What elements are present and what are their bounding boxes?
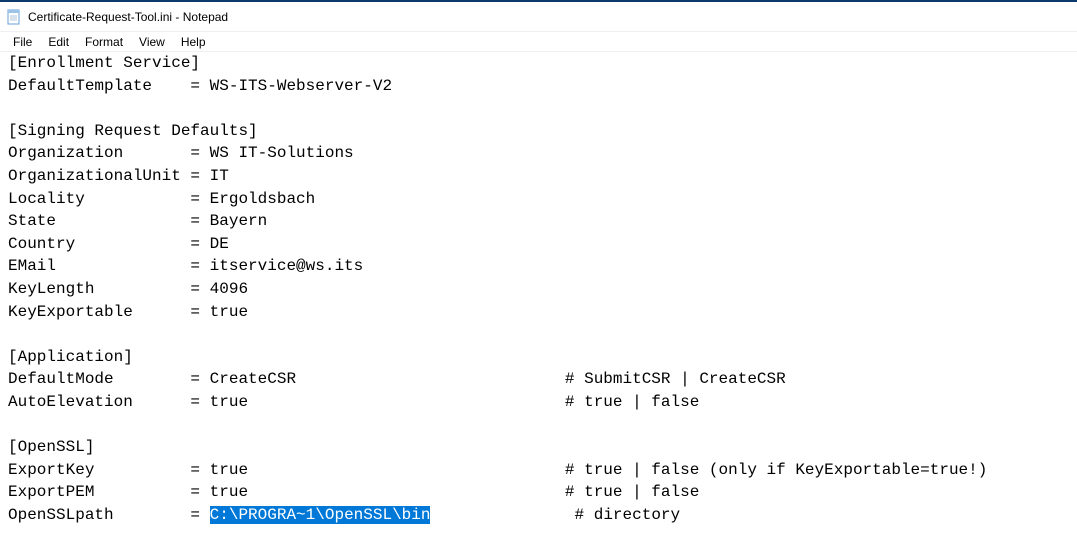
editor-text-pre: [Enrollment Service] DefaultTemplate = W… (8, 54, 987, 524)
titlebar: Certificate-Request-Tool.ini - Notepad (0, 2, 1077, 32)
menu-view[interactable]: View (132, 33, 172, 51)
window-title: Certificate-Request-Tool.ini - Notepad (28, 10, 228, 24)
notepad-icon (6, 9, 22, 25)
editor-text-post: # directory (430, 506, 680, 524)
menu-edit[interactable]: Edit (41, 33, 76, 51)
menu-help[interactable]: Help (174, 33, 213, 51)
editor-text-selection: C:\PROGRA~1\OpenSSL\bin (210, 506, 431, 524)
menu-file[interactable]: File (6, 33, 39, 51)
menubar: File Edit Format View Help (0, 32, 1077, 52)
editor-area[interactable]: [Enrollment Service] DefaultTemplate = W… (0, 52, 1077, 526)
menu-format[interactable]: Format (78, 33, 130, 51)
